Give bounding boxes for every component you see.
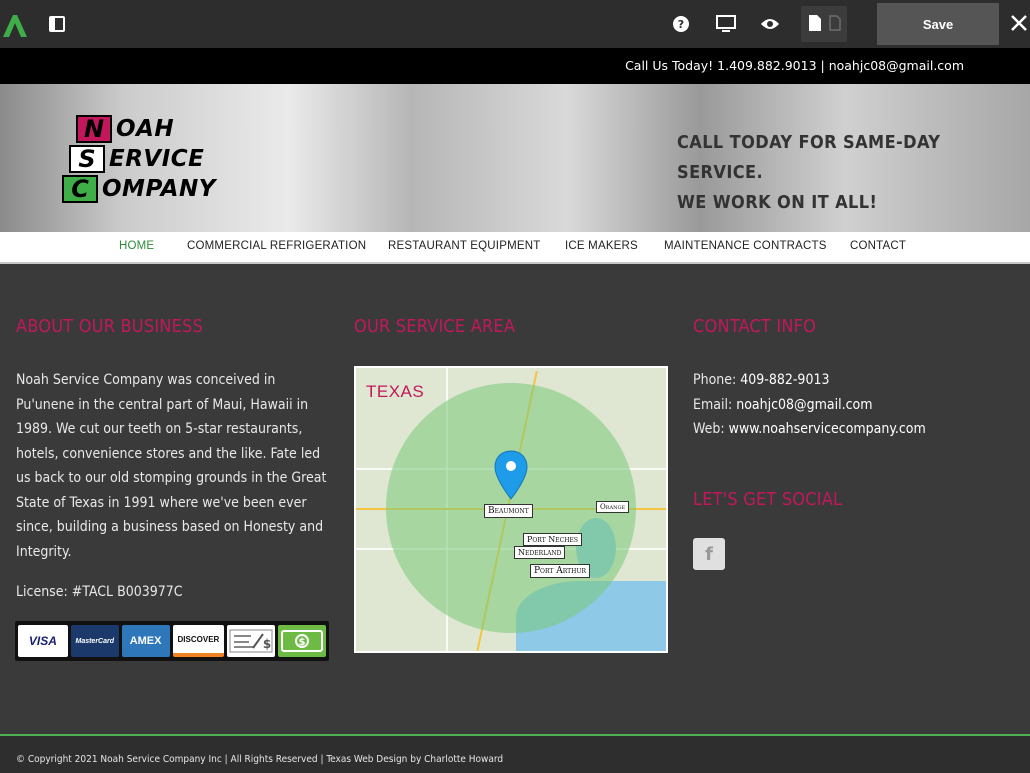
logo-letter-s: S — [69, 145, 105, 173]
nav-item-home[interactable]: HOME — [119, 240, 154, 252]
discover-card-icon: DISCOVER — [172, 625, 225, 657]
social-title: LET'S GET SOCIAL — [693, 489, 843, 510]
visa-card-icon: VISA — [18, 625, 68, 657]
email-link[interactable]: noahjc08@gmail.com — [736, 397, 872, 413]
site-header: N OAH S ERVICE C OMPANY CALL TODAY FOR S… — [0, 84, 1030, 232]
page-outline-icon[interactable] — [829, 15, 841, 31]
eye-preview-icon[interactable] — [760, 14, 780, 34]
svg-text:$: $ — [299, 637, 306, 648]
mastercard-card-icon: MasterCard — [70, 625, 119, 657]
header-tagline: CALL TODAY FOR SAME-DAY SERVICE. WE WORK… — [677, 128, 997, 218]
close-icon[interactable] — [1008, 12, 1030, 34]
brand-logo[interactable]: N OAH S ERVICE C OMPANY — [62, 112, 232, 206]
amex-card-icon: AMEX — [121, 625, 170, 657]
map-city-port-arthur: Port Arthur — [530, 564, 590, 578]
service-area-map[interactable]: TEXAS Beaumont Orange Port Neches Nederl… — [354, 366, 668, 653]
map-city-port-neches: Port Neches — [523, 533, 582, 546]
page-toggle[interactable] — [801, 6, 847, 42]
editor-toolbar: ? Save — [0, 0, 1030, 48]
contact-web-row: Web: www.noahservicecompany.com — [693, 417, 926, 442]
logo-letter-c: C — [62, 175, 98, 203]
top-contact-line: Call Us Today! 1.409.882.9013 | noahjc08… — [625, 58, 964, 73]
payment-methods: VISA MasterCard AMEX DISCOVER $ $ — [15, 621, 329, 661]
logo-word-ervice: ERVICE — [109, 146, 205, 172]
panel-toggle-icon[interactable] — [48, 15, 66, 33]
phone-link[interactable]: 409-882-9013 — [740, 372, 829, 388]
logo-word-oah: OAH — [116, 116, 175, 142]
contact-email-row: Email: noahjc08@gmail.com — [693, 393, 926, 418]
page-icon[interactable] — [809, 15, 821, 31]
web-link[interactable]: www.noahservicecompany.com — [729, 421, 926, 437]
email-label: Email: — [693, 396, 733, 413]
map-city-beaumont: Beaumont — [484, 504, 533, 518]
cash-payment-icon: $ — [278, 625, 327, 657]
map-city-orange: Orange — [596, 501, 630, 513]
desktop-preview-icon[interactable] — [716, 14, 736, 34]
svg-text:?: ? — [678, 18, 684, 31]
web-label: Web: — [693, 421, 725, 437]
contact-phone-row: Phone: 409-882-9013 — [693, 368, 926, 393]
tagline-line-2: WE WORK ON IT ALL! — [677, 192, 878, 213]
about-title: ABOUT OUR BUSINESS — [16, 316, 204, 337]
save-button[interactable]: Save — [877, 3, 999, 45]
map-state-label: TEXAS — [366, 382, 425, 401]
copyright-text: © Copyright 2021 Noah Service Company In… — [16, 754, 504, 765]
service-area-title: OUR SERVICE AREA — [354, 316, 516, 337]
nav-item-commercial-refrigeration[interactable]: COMMERCIAL REFRIGERATION — [187, 240, 366, 252]
logo-letter-n: N — [76, 115, 112, 143]
map-pin-icon[interactable] — [494, 450, 528, 500]
license-text: License: #TACL B003977C — [16, 584, 183, 600]
editor-logo-icon[interactable] — [2, 12, 28, 38]
nav-item-contact[interactable]: CONTACT — [850, 240, 906, 252]
site-footer: © Copyright 2021 Noah Service Company In… — [0, 736, 1030, 773]
facebook-icon[interactable]: f — [693, 538, 725, 570]
svg-text:$: $ — [263, 637, 271, 651]
check-payment-icon: $ — [227, 625, 276, 657]
contact-info: Phone: 409-882-9013 Email: noahjc08@gmai… — [693, 368, 926, 442]
help-icon[interactable]: ? — [671, 14, 691, 34]
map-city-nederland: Nederland — [514, 546, 566, 559]
nav-item-ice-makers[interactable]: ICE MAKERS — [565, 240, 638, 252]
nav-item-restaurant-equipment[interactable]: RESTAURANT EQUIPMENT — [388, 240, 540, 252]
logo-word-ompany: OMPANY — [102, 176, 216, 202]
main-nav: HOME COMMERCIAL REFRIGERATION RESTAURANT… — [0, 232, 1030, 264]
nav-item-maintenance-contracts[interactable]: MAINTENANCE CONTRACTS — [664, 240, 827, 252]
about-text: Noah Service Company was conceived in Pu… — [16, 372, 327, 560]
top-contact-bar: Call Us Today! 1.409.882.9013 | noahjc08… — [0, 48, 1030, 84]
contact-title: CONTACT INFO — [693, 316, 817, 337]
phone-label: Phone: — [693, 372, 737, 388]
tagline-line-1: CALL TODAY FOR SAME-DAY SERVICE. — [677, 132, 941, 183]
main-content: ABOUT OUR BUSINESS Noah Service Company … — [0, 266, 1030, 734]
